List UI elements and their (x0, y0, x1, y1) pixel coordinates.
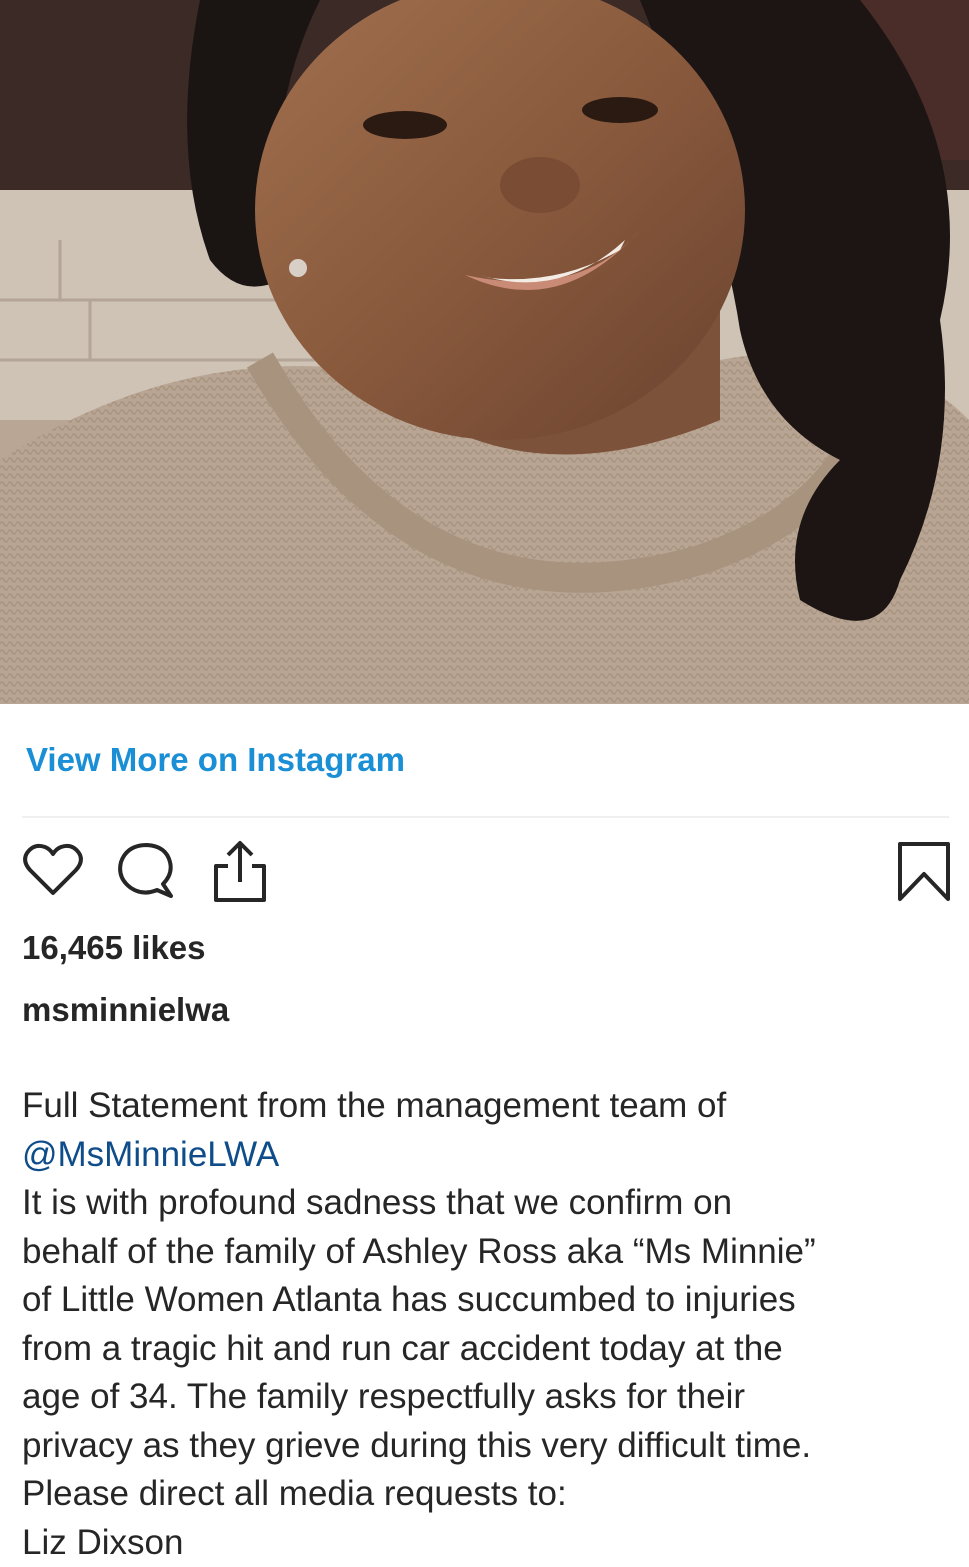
caption-line: of Little Women Atlanta has succumbed to… (22, 1276, 957, 1325)
comment-bubble-icon[interactable] (115, 840, 177, 900)
divider (22, 816, 949, 818)
caption-line: behalf of the family of Ashley Ross aka … (22, 1228, 957, 1277)
mention-link[interactable]: @MsMinnieLWA (22, 1131, 957, 1180)
caption-line: Liz Dixson (22, 1519, 957, 1567)
portrait-image (0, 0, 969, 704)
caption-line: privacy as they grieve during this very … (22, 1422, 957, 1471)
post-photo[interactable] (0, 0, 969, 704)
post-caption: Full Statement from the management team … (22, 1082, 957, 1567)
view-more-on-instagram-link[interactable]: View More on Instagram (26, 740, 405, 780)
caption-line: Full Statement from the management team … (22, 1082, 957, 1131)
caption-line: It is with profound sadness that we conf… (22, 1179, 957, 1228)
post-username[interactable]: msminnielwa (22, 990, 229, 1030)
bookmark-icon[interactable] (896, 840, 952, 904)
share-icon[interactable] (210, 838, 270, 904)
heart-icon[interactable] (22, 842, 84, 898)
caption-line: age of 34. The family respectfully asks … (22, 1373, 957, 1422)
likes-count[interactable]: 16,465 likes (22, 928, 206, 968)
caption-line: Please direct all media requests to: (22, 1470, 957, 1519)
caption-line: from a tragic hit and run car accident t… (22, 1325, 957, 1374)
